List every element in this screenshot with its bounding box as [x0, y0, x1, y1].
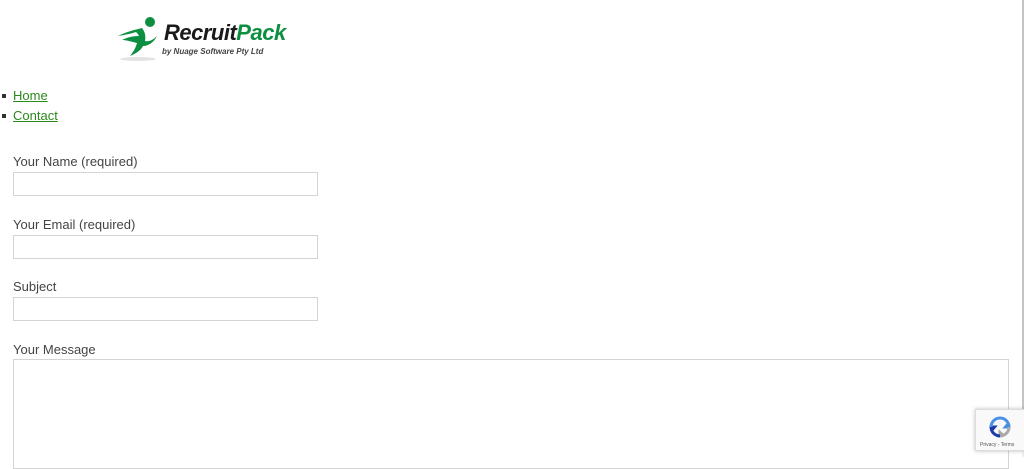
running-figure-icon	[118, 17, 157, 61]
nav-item-home: Home	[0, 86, 58, 106]
recaptcha-badge[interactable]: Privacy - Terms	[975, 409, 1024, 451]
nav-item-contact: Contact	[0, 106, 58, 126]
recaptcha-privacy-terms[interactable]: Privacy - Terms	[980, 442, 1014, 448]
subject-field[interactable]	[13, 297, 318, 321]
subject-label: Subject	[13, 279, 57, 294]
nav-link-home[interactable]: Home	[13, 88, 48, 103]
site-logo[interactable]: RecruitPack by Nuage Software Pty Ltd	[112, 14, 288, 64]
recaptcha-icon	[989, 416, 1011, 438]
logo-name-recruit: Recruit	[164, 20, 237, 45]
email-field[interactable]	[13, 235, 318, 259]
message-label: Your Message	[13, 342, 96, 357]
name-label: Your Name (required)	[13, 154, 138, 169]
logo-tagline: by Nuage Software Pty Ltd	[162, 47, 264, 56]
message-field[interactable]	[13, 359, 1009, 469]
email-label: Your Email (required)	[13, 217, 136, 232]
main-nav: Home Contact	[0, 86, 58, 126]
logo-name-pack: Pack	[236, 20, 286, 45]
name-field[interactable]	[13, 172, 318, 196]
logo-name: RecruitPack	[164, 20, 286, 46]
nav-link-contact[interactable]: Contact	[13, 108, 58, 123]
